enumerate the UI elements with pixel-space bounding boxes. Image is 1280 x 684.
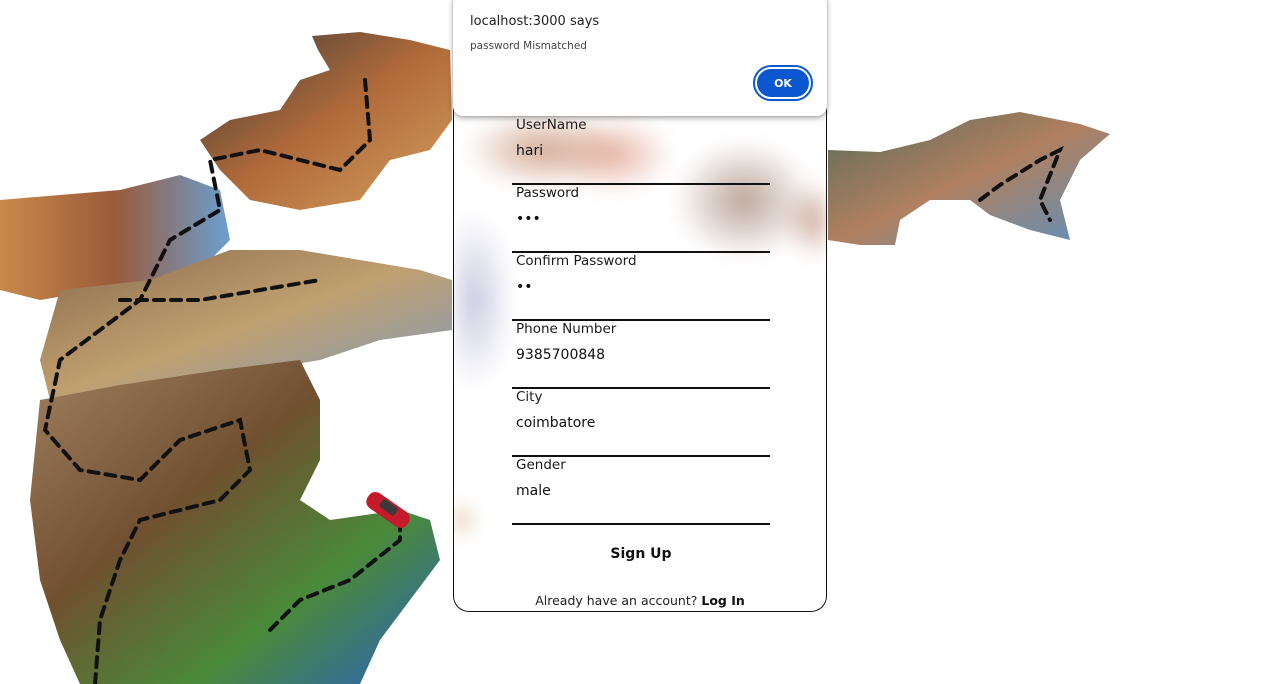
log-in-link[interactable]: Log In [701, 593, 744, 608]
phone-number-field[interactable]: Phone Number 9385700848 [512, 321, 770, 389]
confirm-password-label: Confirm Password [516, 253, 637, 269]
ok-button[interactable]: OK [753, 65, 813, 101]
password-field[interactable]: Password ••• [512, 185, 770, 253]
city-input[interactable]: coimbatore [516, 415, 766, 431]
city-field[interactable]: City coimbatore [512, 389, 770, 457]
confirm-password-input[interactable]: •• [516, 279, 766, 295]
confirm-password-field[interactable]: Confirm Password •• [512, 253, 770, 321]
username-input[interactable]: hari [516, 143, 766, 159]
login-prompt-text: Already have an account? [535, 593, 698, 608]
login-prompt: Already have an account? Log In [454, 593, 826, 608]
dialog-message: password Mismatched [470, 40, 587, 52]
gender-label: Gender [516, 457, 566, 473]
phone-number-label: Phone Number [516, 321, 617, 337]
dialog-title: localhost:3000 says [470, 14, 600, 29]
username-label: UserName [516, 117, 587, 133]
gender-field[interactable]: Gender male [512, 457, 770, 525]
phone-number-input[interactable]: 9385700848 [516, 347, 766, 363]
password-input[interactable]: ••• [516, 211, 766, 227]
password-label: Password [516, 185, 580, 201]
city-label: City [516, 389, 543, 405]
alert-dialog: localhost:3000 says password Mismatched … [453, 0, 827, 116]
gender-input[interactable]: male [516, 483, 766, 499]
sign-up-button[interactable]: Sign Up [581, 540, 701, 568]
username-field[interactable]: UserName hari [512, 117, 770, 185]
